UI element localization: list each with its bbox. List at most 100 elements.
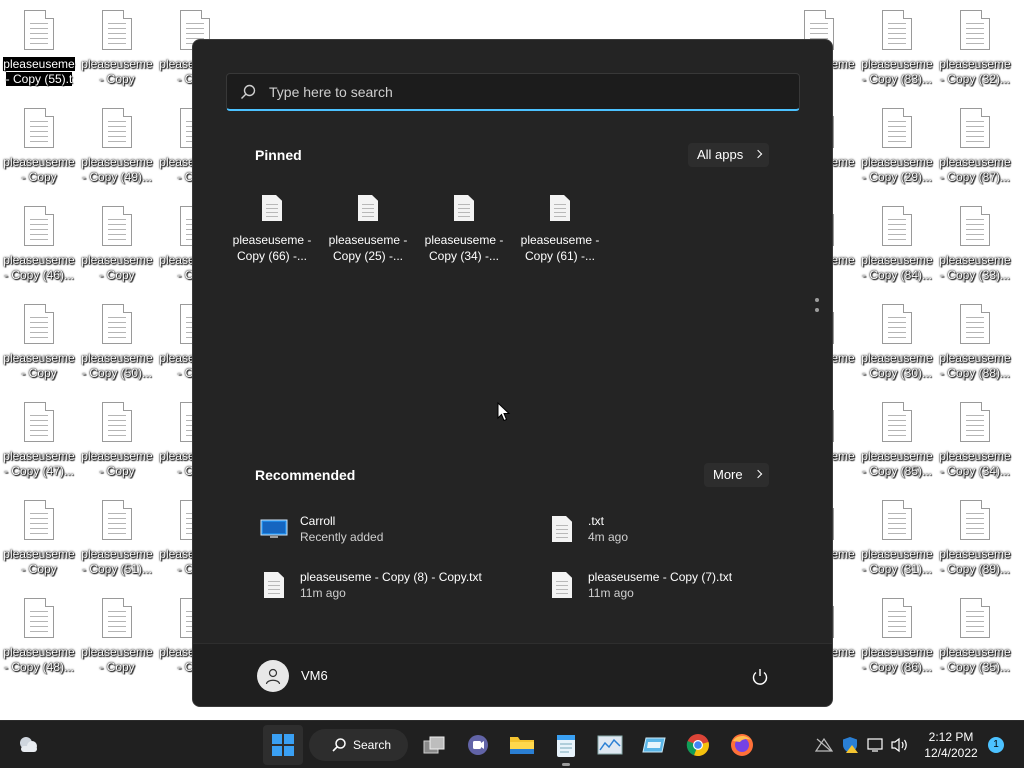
more-button[interactable]: More — [704, 463, 769, 487]
taskbar-search-button[interactable]: Search — [309, 729, 408, 761]
desktop-file-label-text: pleaseuseme - Copy (87)... — [939, 155, 1011, 184]
pinned-item[interactable]: pleaseuseme - Copy (34) -... — [419, 195, 509, 271]
file-icon — [454, 195, 474, 221]
desktop-file-icon[interactable]: pleaseuseme - Copy (35)... — [936, 588, 1014, 684]
pinned-item-label-line1: pleaseuseme - — [328, 233, 408, 247]
desktop-file-label: pleaseuseme - Copy (32)... — [937, 57, 1013, 87]
teams-chat-button[interactable] — [462, 729, 494, 761]
desktop-file-label-text: pleaseuseme - Copy (50)... — [81, 351, 153, 380]
text-file-icon — [24, 402, 54, 442]
recommended-item-name: Carroll — [300, 514, 336, 528]
desktop-file-label-text: pleaseuseme - Copy (155)... — [3, 547, 75, 576]
user-avatar[interactable] — [257, 660, 289, 692]
desktop-file-label-text: pleaseuseme - Copy (153)... — [3, 155, 75, 184]
desktop-file-label: pleaseuseme - Copy (29)... — [859, 155, 935, 185]
pinned-item-label: pleaseuseme - Copy (61) -... — [515, 232, 605, 264]
task-view-button[interactable] — [418, 729, 450, 761]
chevron-right-icon — [753, 469, 762, 479]
start-button[interactable] — [263, 725, 303, 765]
desktop-file-label-text: pleaseuseme - Copy (55).t — [3, 57, 75, 86]
page-dots-indicator[interactable] — [815, 298, 819, 318]
desktop-file-icon[interactable]: pleaseuseme - Copy (55).t — [0, 0, 78, 96]
desktop-file-label: pleaseuseme - Copy (50)... — [79, 351, 155, 381]
taskbar-clock[interactable]: 2:12 PM 12/4/2022 — [920, 729, 982, 761]
start-search-input[interactable] — [269, 83, 749, 100]
desktop-file-icon[interactable]: pleaseuseme - Copy (153)... — [0, 98, 78, 194]
desktop-file-label-text: pleaseuseme - Copy (85)... — [861, 449, 933, 478]
firefox-button[interactable] — [726, 729, 758, 761]
desktop-file-icon[interactable]: pleaseuseme - Copy (154)... — [0, 294, 78, 390]
pinned-item[interactable]: pleaseuseme - Copy (61) -... — [515, 195, 605, 271]
start-search-box[interactable] — [226, 73, 800, 111]
text-file-icon — [102, 206, 132, 246]
text-file-icon — [24, 206, 54, 246]
recommended-item[interactable]: pleaseuseme - Copy (7).txt 11m ago — [543, 565, 803, 605]
desktop-file-icon[interactable]: pleaseuseme - Copy (155)... — [0, 490, 78, 586]
recommended-item-time: 11m ago — [300, 586, 346, 600]
desktop-file-icon[interactable]: pleaseuseme - Copy (84)... — [858, 196, 936, 292]
desktop-file-icon[interactable]: pleaseuseme - Copy (156)... — [78, 0, 156, 96]
pinned-item[interactable]: pleaseuseme - Copy (25) -... — [323, 195, 413, 271]
desktop-file-icon[interactable]: pleaseuseme - Copy (157)... — [78, 196, 156, 292]
desktop-file-label: pleaseuseme - Copy (83)... — [859, 57, 935, 87]
remote-desktop-button[interactable] — [638, 729, 670, 761]
desktop-file-icon[interactable]: pleaseuseme - Copy (48)... — [0, 588, 78, 684]
file-explorer-button[interactable] — [506, 729, 538, 761]
text-file-icon — [24, 598, 54, 638]
desktop-file-icon[interactable]: pleaseuseme - Copy (32)... — [936, 0, 1014, 96]
notepad-button[interactable] — [550, 729, 582, 766]
text-file-icon — [24, 500, 54, 540]
all-apps-button[interactable]: All apps — [688, 143, 770, 167]
desktop-file-label: pleaseuseme - Copy (46)... — [1, 253, 77, 283]
desktop-file-label-text: pleaseuseme - Copy (154)... — [3, 351, 75, 380]
weather-widget[interactable] — [12, 729, 44, 761]
desktop-file-icon[interactable]: pleaseuseme - Copy (158)... — [78, 392, 156, 488]
notification-badge[interactable]: 1 — [988, 737, 1004, 753]
network-button[interactable] — [864, 729, 888, 761]
pinned-item-label-line1: pleaseuseme - — [520, 233, 600, 247]
security-alert-button[interactable] — [838, 729, 862, 761]
volume-button[interactable] — [888, 729, 912, 761]
text-file-icon — [960, 10, 990, 50]
desktop-file-label: pleaseuseme - Copy (155)... — [1, 547, 77, 577]
desktop-file-icon[interactable]: pleaseuseme - Copy (87)... — [936, 98, 1014, 194]
recommended-title: Recommended — [255, 467, 356, 483]
power-icon[interactable] — [749, 666, 771, 688]
desktop-file-icon[interactable]: pleaseuseme - Copy (30)... — [858, 294, 936, 390]
desktop-file-label-text: pleaseuseme - Copy (34)... — [939, 449, 1011, 478]
network-offline-button[interactable] — [812, 729, 836, 761]
recommended-item[interactable]: .txt 4m ago — [543, 509, 803, 549]
desktop-file-label: pleaseuseme - Copy (89)... — [937, 547, 1013, 577]
desktop-file-label: pleaseuseme - Copy (159)... — [79, 645, 155, 675]
desktop-file-icon[interactable]: pleaseuseme - Copy (47)... — [0, 392, 78, 488]
desktop-file-icon[interactable]: pleaseuseme - Copy (85)... — [858, 392, 936, 488]
desktop-file-icon[interactable]: pleaseuseme - Copy (33)... — [936, 196, 1014, 292]
desktop-file-icon[interactable]: pleaseuseme - Copy (34)... — [936, 392, 1014, 488]
desktop-file-label: pleaseuseme - Copy (55).t — [1, 57, 77, 87]
text-file-icon — [882, 10, 912, 50]
folder-icon — [510, 737, 534, 754]
chrome-button[interactable] — [682, 729, 714, 761]
desktop-file-icon[interactable]: pleaseuseme - Copy (88)... — [936, 294, 1014, 390]
desktop-file-label-text: pleaseuseme - Copy (47)... — [3, 449, 75, 478]
performance-monitor-button[interactable] — [594, 729, 626, 761]
pinned-item[interactable]: pleaseuseme - Copy (66) -... — [227, 195, 317, 271]
desktop-file-icon[interactable]: pleaseuseme - Copy (51)... — [78, 490, 156, 586]
user-name[interactable]: VM6 — [301, 668, 328, 683]
taskbar: Search 2:12 PM 12/4/2022 1 — [0, 720, 1024, 768]
desktop-file-label: pleaseuseme - Copy (158)... — [79, 449, 155, 479]
pinned-item-label-line2: Copy (25) -... — [332, 249, 404, 263]
recommended-item[interactable]: pleaseuseme - Copy (8) - Copy.txt 11m ago — [255, 565, 515, 605]
desktop-file-icon[interactable]: pleaseuseme - Copy (83)... — [858, 0, 936, 96]
desktop-file-icon[interactable]: pleaseuseme - Copy (89)... — [936, 490, 1014, 586]
desktop-file-label-text: pleaseuseme - Copy (48)... — [3, 645, 75, 674]
desktop-file-icon[interactable]: pleaseuseme - Copy (50)... — [78, 294, 156, 390]
recommended-item[interactable]: Carroll Recently added — [255, 509, 515, 549]
desktop-file-icon[interactable]: pleaseuseme - Copy (31)... — [858, 490, 936, 586]
recommended-item-name: pleaseuseme - Copy (7).txt — [588, 570, 733, 584]
desktop-file-icon[interactable]: pleaseuseme - Copy (46)... — [0, 196, 78, 292]
desktop-file-icon[interactable]: pleaseuseme - Copy (86)... — [858, 588, 936, 684]
desktop-file-icon[interactable]: pleaseuseme - Copy (29)... — [858, 98, 936, 194]
desktop-file-icon[interactable]: pleaseuseme - Copy (159)... — [78, 588, 156, 684]
desktop-file-icon[interactable]: pleaseuseme - Copy (49)... — [78, 98, 156, 194]
